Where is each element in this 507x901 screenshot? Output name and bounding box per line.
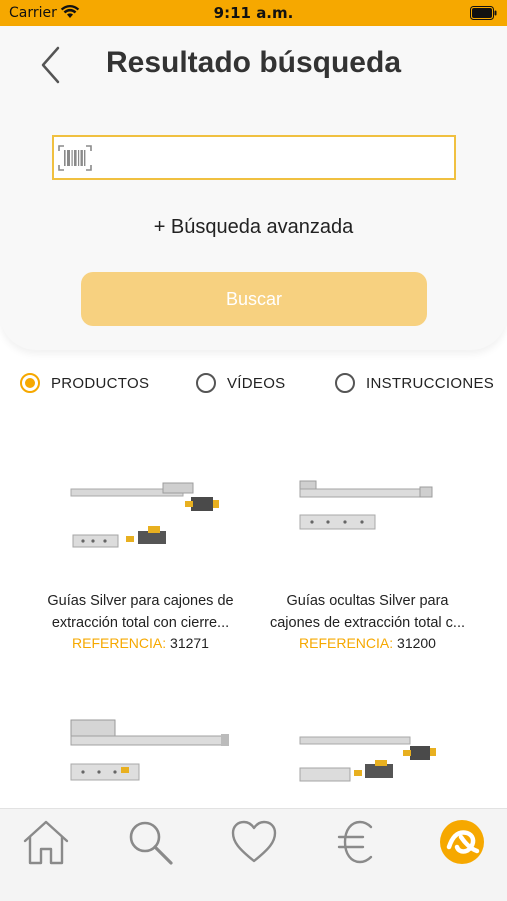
- search-box[interactable]: [52, 135, 456, 180]
- advanced-search-link[interactable]: + Búsqueda avanzada: [0, 216, 507, 239]
- product-name: cajones de extracción total c...: [269, 615, 466, 631]
- tab-videos-label: VÍDEOS: [227, 374, 286, 392]
- product-card[interactable]: Guías Silver para cajones de extracción …: [23, 460, 258, 660]
- brand-logo-icon[interactable]: [437, 817, 487, 867]
- radio-unselected-icon[interactable]: [335, 373, 355, 393]
- product-name: extracción total con cierre...: [51, 615, 230, 631]
- reference-value: 31200: [397, 635, 436, 651]
- drawer-slide-product-image: [299, 480, 433, 530]
- product-name: Guías Silver para cajones de: [47, 593, 234, 609]
- euro-icon[interactable]: [333, 817, 383, 867]
- product-name: Guías ocultas Silver para: [286, 593, 449, 609]
- heart-icon[interactable]: [229, 817, 279, 867]
- product-card[interactable]: [250, 700, 485, 808]
- search-button[interactable]: Buscar: [81, 272, 427, 326]
- drawer-slide-product-image: [70, 482, 219, 548]
- product-reference: REFERENCIA: 31200: [250, 633, 485, 653]
- reference-label: REFERENCIA:: [299, 635, 394, 651]
- search-input[interactable]: [98, 137, 452, 180]
- drawer-slide-product-image: [299, 736, 436, 782]
- tab-instructions[interactable]: INSTRUCCIONES: [335, 370, 494, 396]
- product-card[interactable]: Guías ocultas Silver para cajones de ext…: [250, 460, 485, 660]
- home-icon[interactable]: [21, 817, 71, 867]
- status-bar: Carrier 9:11 a.m.: [0, 0, 507, 26]
- tab-videos[interactable]: VÍDEOS: [196, 370, 285, 396]
- tab-products[interactable]: PRODUCTOS: [20, 370, 149, 396]
- page-title: Resultado búsqueda: [105, 46, 402, 79]
- radio-unselected-icon[interactable]: [196, 373, 216, 393]
- battery-icon: [470, 6, 497, 20]
- bottom-navigation: [0, 808, 507, 901]
- reference-value: 31271: [170, 635, 209, 651]
- search-icon[interactable]: [125, 817, 175, 867]
- radio-selected-icon[interactable]: [20, 373, 40, 393]
- reference-label: REFERENCIA:: [72, 635, 167, 651]
- product-card[interactable]: [23, 700, 258, 808]
- search-header-panel: Resultado búsqueda + Búsqueda avanzada B…: [0, 26, 507, 350]
- tab-instructions-label: INSTRUCCIONES: [366, 374, 495, 392]
- product-reference: REFERENCIA: 31271: [23, 633, 258, 653]
- barcode-icon[interactable]: [58, 145, 92, 171]
- tab-products-label: PRODUCTOS: [51, 374, 150, 392]
- clock: 9:11 a.m.: [213, 4, 294, 22]
- drawer-slide-product-image: [70, 719, 229, 781]
